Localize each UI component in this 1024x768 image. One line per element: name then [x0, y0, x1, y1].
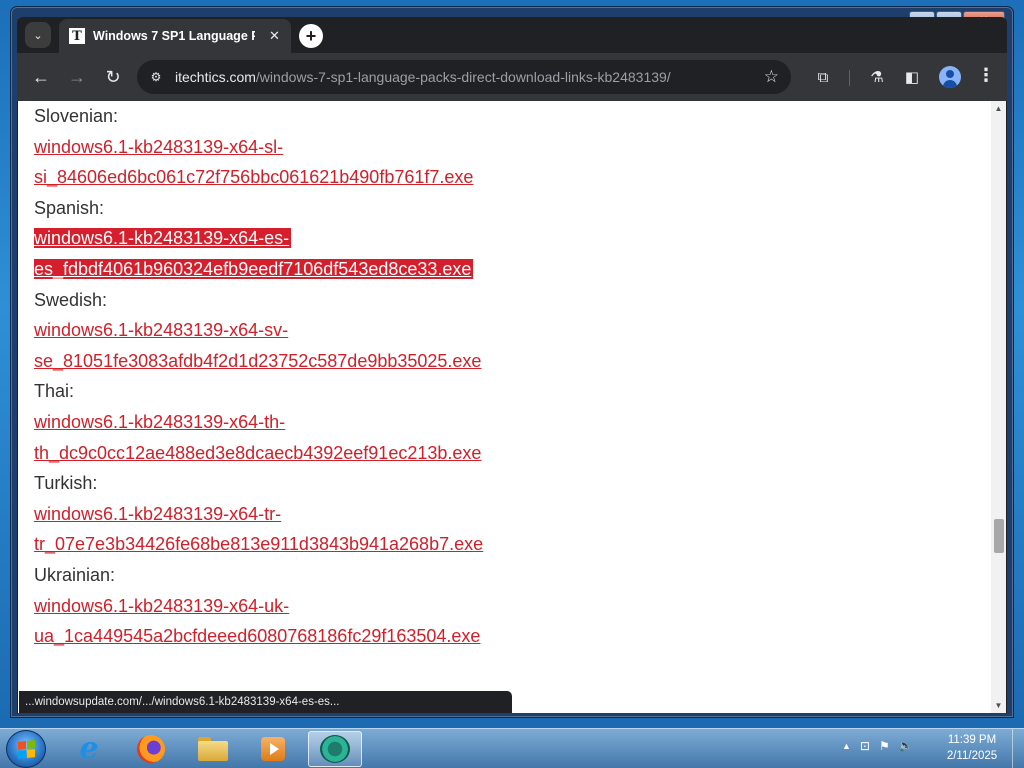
taskbar-app-explorer[interactable]	[186, 731, 240, 767]
url-host: itechtics.com	[175, 69, 256, 85]
vertical-scrollbar[interactable]: ▲ ▼	[991, 101, 1006, 713]
download-link[interactable]: windows6.1-kb2483139-x64-th-	[34, 412, 285, 432]
toolbar-divider	[849, 70, 850, 86]
back-button[interactable]: ←	[29, 65, 53, 89]
windows-taskbar: e ▲ ⊡ ⚑ 🔈 11:39 PM 2/11/2025	[0, 728, 1024, 768]
download-links-list: Slovenian: windows6.1-kb2483139-x64-sl- …	[34, 101, 974, 652]
site-favicon-icon: T	[69, 28, 85, 44]
firefox-icon	[137, 735, 165, 763]
forward-button[interactable]: →	[65, 65, 89, 89]
network-icon[interactable]: ⊡	[860, 739, 870, 753]
language-label: Swedish:	[34, 289, 108, 310]
language-label: Turkish:	[34, 473, 98, 494]
browser-toolbar: ← → ↻ ⚙ itechtics.com/windows-7-sp1-lang…	[17, 53, 1007, 101]
page-viewport: Slovenian: windows6.1-kb2483139-x64-sl- …	[18, 101, 1006, 713]
tab-close-icon[interactable]: ✕	[269, 28, 280, 44]
link-status-bubble: ...windowsupdate.com/.../windows6.1-kb24…	[19, 691, 512, 713]
download-link[interactable]: windows6.1-kb2483139-x64-tr-	[34, 504, 281, 524]
download-link-highlighted[interactable]: windows6.1-kb2483139-x64-es-	[34, 228, 292, 249]
browser-window: ▁ □ ✕ ⌄ T Windows 7 SP1 Language Pack ✕ …	[10, 6, 1014, 718]
start-button[interactable]	[6, 730, 46, 768]
scroll-down-icon[interactable]: ▼	[991, 698, 1006, 713]
clock-time: 11:39 PM	[947, 734, 997, 746]
remote-app-icon	[320, 735, 350, 763]
url-path: /windows-7-sp1-language-packs-direct-dow…	[255, 69, 671, 85]
more-menu-icon[interactable]: ⋮	[977, 65, 995, 86]
scrollbar-thumb[interactable]	[994, 519, 1004, 553]
folder-icon	[198, 737, 228, 761]
volume-muted-icon[interactable]: 🔈	[899, 739, 913, 753]
download-link[interactable]: windows6.1-kb2483139-x64-sv-	[34, 320, 288, 340]
language-label: Ukrainian:	[34, 564, 116, 585]
download-link[interactable]: tr_07e7e3b34426fe68be813e911d3843b941a26…	[34, 534, 483, 554]
site-settings-icon[interactable]: ⚙	[145, 66, 167, 88]
new-tab-button[interactable]: +	[299, 24, 323, 48]
reload-icon: ↻	[105, 66, 121, 87]
download-link[interactable]: se_81051fe3083afdb4f2d1d23752c587de9bb35…	[34, 351, 481, 371]
arrow-left-icon: ←	[32, 66, 50, 87]
tab-strip: ⌄ T Windows 7 SP1 Language Pack ✕ +	[17, 17, 1007, 53]
taskbar-clock[interactable]: 11:39 PM 2/11/2025	[940, 732, 1004, 764]
download-link[interactable]: windows6.1-kb2483139-x64-sl-	[34, 137, 283, 157]
show-hidden-icons-icon[interactable]: ▲	[842, 741, 851, 753]
system-tray: ▲ ⊡ ⚑ 🔈	[842, 739, 912, 753]
language-label: Slovenian:	[34, 106, 119, 126]
chevron-down-icon: ⌄	[33, 29, 43, 42]
arrow-right-icon: →	[68, 66, 86, 87]
tab-search-button[interactable]: ⌄	[25, 22, 51, 48]
language-label: Thai:	[34, 381, 75, 402]
taskbar-app-remote[interactable]	[308, 731, 362, 767]
download-link-highlighted[interactable]: es_fdbdf4061b960324efb9eedf7106df543ed8c…	[34, 258, 474, 279]
extensions-icon[interactable]: ⧉	[813, 67, 833, 87]
download-link[interactable]: ua_1ca449545a2bcfdeeed6080768186fc29f163…	[34, 626, 480, 646]
scroll-up-icon[interactable]: ▲	[991, 101, 1006, 116]
taskbar-app-internet-explorer[interactable]: e	[62, 731, 116, 767]
download-link[interactable]: windows6.1-kb2483139-x64-uk-	[34, 596, 289, 616]
show-desktop-button[interactable]	[1012, 729, 1024, 768]
side-panel-icon[interactable]: ◧	[902, 67, 922, 87]
download-link[interactable]: si_84606ed6bc061c72f756bbc061621b490fb76…	[34, 167, 473, 187]
media-player-icon	[261, 737, 285, 761]
chrome-frame: ⌄ T Windows 7 SP1 Language Pack ✕ + ← → …	[17, 17, 1007, 713]
language-label: Spanish:	[34, 197, 105, 218]
clock-date: 2/11/2025	[946, 750, 998, 762]
tab-title: Windows 7 SP1 Language Pack	[93, 29, 255, 43]
internet-explorer-icon: e	[79, 731, 99, 766]
labs-flask-icon[interactable]: ⚗	[867, 67, 887, 87]
taskbar-app-firefox[interactable]	[124, 731, 178, 767]
reload-button[interactable]: ↻	[101, 65, 125, 89]
taskbar-app-media-player[interactable]	[246, 731, 300, 767]
address-bar[interactable]: ⚙ itechtics.com/windows-7-sp1-language-p…	[137, 60, 791, 94]
bookmark-star-icon[interactable]: ☆	[764, 67, 779, 87]
url-text[interactable]: itechtics.com/windows-7-sp1-language-pac…	[175, 69, 671, 85]
active-tab[interactable]: T Windows 7 SP1 Language Pack ✕	[59, 19, 291, 53]
action-center-flag-icon[interactable]: ⚑	[879, 739, 890, 753]
download-link[interactable]: th_dc9c0cc12ae488ed3e8dcaecb4392eef91ec2…	[34, 443, 481, 463]
profile-avatar-icon[interactable]	[939, 66, 961, 88]
